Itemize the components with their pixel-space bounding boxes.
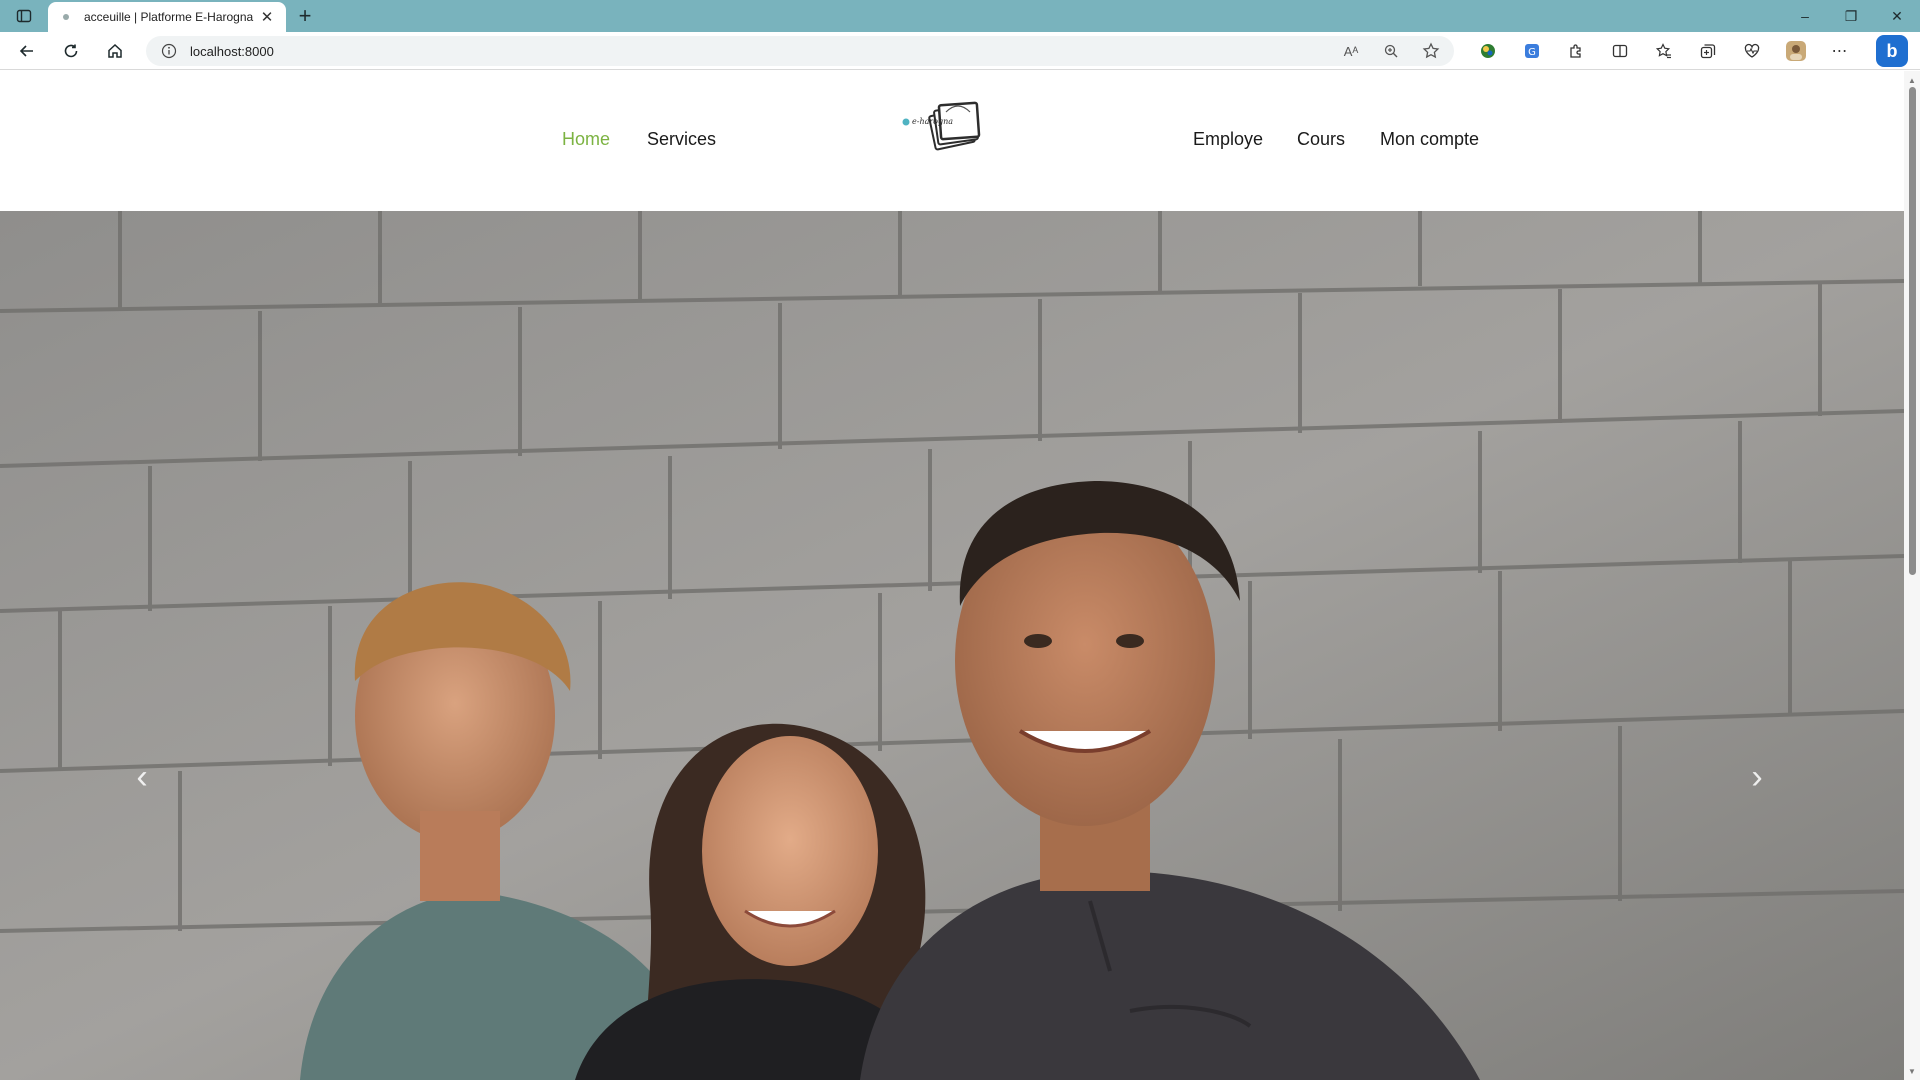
zoom-icon[interactable] [1378,38,1404,64]
tab-title: acceuille | Platforme E-Harogna [84,10,254,24]
svg-text:G: G [1528,47,1536,58]
collections-icon[interactable] [1686,36,1730,66]
translate-icon[interactable]: G [1510,36,1554,66]
scroll-up-arrow-icon[interactable]: ▲ [1904,73,1920,87]
favicon-icon [58,9,74,25]
tab-actions-icon[interactable] [8,4,40,28]
address-bar[interactable]: localhost:8000 Aᴬ [146,36,1454,66]
favorite-star-icon[interactable] [1418,38,1444,64]
nav-cours[interactable]: Cours [1297,129,1345,150]
home-button[interactable] [100,37,130,65]
extension-globe-icon[interactable] [1466,36,1510,66]
new-tab-button[interactable]: + [292,3,318,28]
extensions-puzzle-icon[interactable] [1554,36,1598,66]
window-controls: – ❐ ✕ [1782,0,1920,32]
url-text: localhost:8000 [190,43,274,59]
performance-heart-icon[interactable] [1730,36,1774,66]
restore-button[interactable]: ❐ [1828,0,1874,32]
scroll-down-arrow-icon[interactable]: ▼ [1904,1064,1920,1078]
page-viewport: Home Services e-harogna Employe Cours Mo… [0,71,1904,1080]
page-scrollbar[interactable]: ▲ ▼ [1904,71,1920,1080]
back-button[interactable] [12,37,42,65]
browser-tab-bar: acceuille | Platforme E-Harogna ✕ + – ❐ … [0,0,1920,32]
site-header: Home Services e-harogna Employe Cours Mo… [0,71,1904,211]
close-tab-icon[interactable]: ✕ [258,8,276,26]
refresh-button[interactable] [56,37,86,65]
more-menu-icon[interactable]: ⋯ [1818,36,1862,66]
nav-services[interactable]: Services [647,129,716,150]
scroll-thumb[interactable] [1909,87,1916,575]
browser-toolbar: localhost:8000 Aᴬ G ⋯ [0,32,1920,70]
hero-image [0,211,1904,1080]
nav-employe[interactable]: Employe [1193,129,1263,150]
close-window-button[interactable]: ✕ [1874,0,1920,32]
logo-text: e-harogna [912,117,953,126]
carousel-prev-button[interactable]: ‹ [122,757,162,797]
site-logo[interactable]: e-harogna [898,94,988,156]
minimize-button[interactable]: – [1782,0,1828,32]
nav-mon-compte[interactable]: Mon compte [1380,129,1479,150]
read-aloud-icon[interactable]: Aᴬ [1338,38,1364,64]
browser-tab[interactable]: acceuille | Platforme E-Harogna ✕ [48,2,286,32]
favorites-icon[interactable] [1642,36,1686,66]
split-screen-icon[interactable] [1598,36,1642,66]
hero-carousel: ‹ › [0,211,1904,1080]
profile-avatar-icon[interactable] [1774,36,1818,66]
nav-home[interactable]: Home [562,129,610,150]
site-info-icon[interactable] [160,42,178,60]
bing-copilot-icon[interactable]: b [1876,35,1908,67]
carousel-next-button[interactable]: › [1737,757,1777,797]
